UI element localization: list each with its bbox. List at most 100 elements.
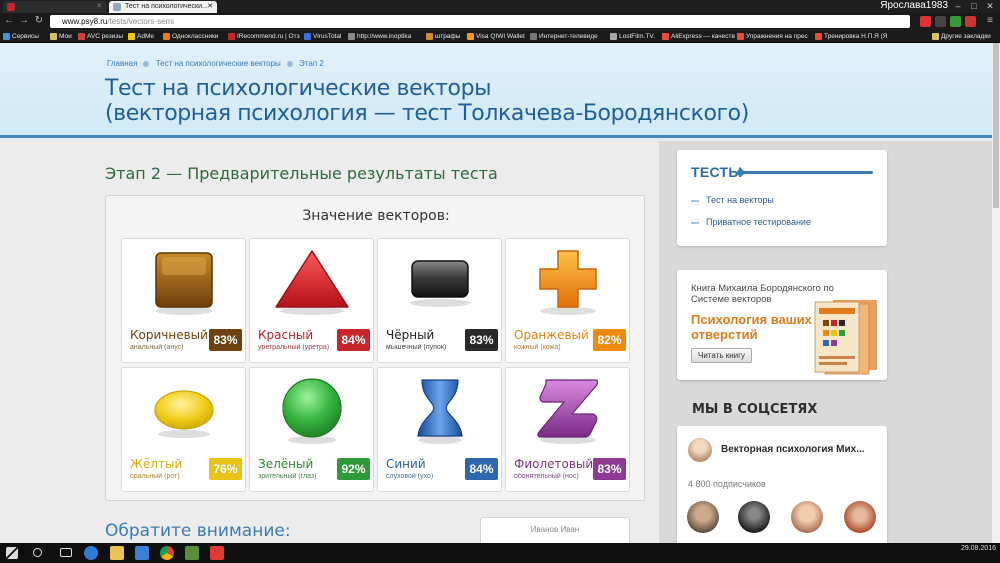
extension-icon[interactable] xyxy=(920,16,931,27)
vk-group-name[interactable]: Векторная психология Мих... xyxy=(721,444,865,455)
panel-title: Значение векторов: xyxy=(302,208,450,224)
name-card: Иванов Иван xyxy=(480,517,630,543)
scrollbar-thumb[interactable] xyxy=(993,43,999,208)
group-avatar[interactable] xyxy=(688,438,712,462)
browser-toolbar: ← → ↻ www.psy8.ru/tests/vectors-semi ≡ xyxy=(0,13,1000,30)
bookmark-item[interactable]: Тренировка Н.П.Я (Я xyxy=(815,30,887,43)
bookmark-icon xyxy=(662,33,669,40)
search-icon[interactable] xyxy=(33,548,42,557)
book-box: Книга Михаила Бородянского по Системе ве… xyxy=(677,270,887,380)
forward-icon[interactable]: → xyxy=(18,15,30,27)
app-icon[interactable] xyxy=(185,546,199,560)
maximize-icon[interactable]: □ xyxy=(966,0,982,12)
close-tab-icon[interactable]: ✕ xyxy=(207,1,213,13)
bookmark-item[interactable]: Одноклассники xyxy=(163,30,218,43)
vector-name: Зелёный xyxy=(258,457,314,471)
yellow-ellipse-icon xyxy=(154,390,214,438)
bookmark-icon xyxy=(304,33,311,40)
page-title: Тест на психологические векторы (векторн… xyxy=(105,76,749,126)
extension-icon[interactable] xyxy=(965,16,976,27)
tests-box: ТЕСТЫ Тест на векторы Приватное тестиров… xyxy=(677,150,887,246)
bookmark-item[interactable]: AliExpress — качеств xyxy=(662,30,735,43)
read-book-button[interactable]: Читать книгу xyxy=(691,348,753,363)
vector-percent: 83% xyxy=(465,329,498,351)
tests-link-vectors[interactable]: Тест на векторы xyxy=(691,195,774,205)
system-clock[interactable]: 29.08.2016 xyxy=(961,544,996,553)
bookmark-item[interactable]: AVC резизы xyxy=(78,30,123,43)
bookmark-item[interactable]: Интернет-телевиде xyxy=(530,30,598,43)
close-tab-icon[interactable]: ✕ xyxy=(96,1,102,13)
section-title: Этап 2 — Предварительные результаты тест… xyxy=(105,164,498,183)
bookmark-item[interactable]: Другие закладки xyxy=(932,30,991,43)
bookmark-item[interactable]: IRecommend.ru | Отз xyxy=(228,30,300,43)
member-avatar[interactable] xyxy=(791,501,823,533)
browser-tab-1[interactable]: ✕ xyxy=(3,1,106,13)
vector-card-orange: Оранжевый кожный (кожа) 82% xyxy=(505,238,630,363)
bookmark-icon xyxy=(348,33,355,40)
bookmark-icon xyxy=(228,33,235,40)
browser-tab-2[interactable]: Тест на психологически... ✕ xyxy=(109,1,217,13)
bookmark-item[interactable]: штрафы xyxy=(426,30,460,43)
store-icon[interactable] xyxy=(135,546,149,560)
folder-icon xyxy=(50,33,57,40)
bookmark-icon xyxy=(815,33,822,40)
vector-name: Фиолетовый xyxy=(514,457,594,471)
bookmark-item[interactable]: Сервисы xyxy=(3,30,39,43)
apps-icon xyxy=(3,33,10,40)
notice-title: Обратите внимание: xyxy=(105,521,291,541)
explorer-icon[interactable] xyxy=(110,546,124,560)
vector-subtitle: оральный (рот) xyxy=(130,473,180,480)
vector-name: Оранжевый xyxy=(514,328,589,342)
breadcrumb-separator-icon xyxy=(143,60,150,67)
extension-icon[interactable] xyxy=(935,16,946,27)
bookmark-icon xyxy=(426,33,433,40)
bookmark-item[interactable]: VirusTotal xyxy=(304,30,341,43)
breadcrumb-home[interactable]: Главная xyxy=(107,59,137,68)
breadcrumb-tests[interactable]: Тест на психологические векторы xyxy=(156,59,281,68)
vector-percent: 83% xyxy=(209,329,242,351)
page-title-line1: Тест на психологические векторы xyxy=(105,76,492,101)
vector-card-violet: Фиолетовый обонятельный (нос) 83% xyxy=(505,367,630,492)
vector-subtitle: кожный (кожа) xyxy=(514,344,561,351)
address-bar[interactable]: www.psy8.ru/tests/vectors-semi xyxy=(50,15,910,28)
vectors-panel: Значение векторов: Коричневый анальный (… xyxy=(105,195,645,501)
task-view-icon[interactable] xyxy=(60,548,72,557)
member-avatar[interactable] xyxy=(844,501,876,533)
bookmark-item[interactable]: Visa QIWI Wallet xyxy=(467,30,525,43)
extension-icon[interactable] xyxy=(950,16,961,27)
vector-name: Синий xyxy=(386,457,426,471)
bookmark-item[interactable]: AdMe xyxy=(128,30,154,43)
vector-subtitle: зрительный (глаз) xyxy=(258,473,317,480)
bookmark-item[interactable]: Упражнения на прес xyxy=(737,30,808,43)
bookmark-item[interactable]: Мои xyxy=(50,30,72,43)
member-avatar[interactable] xyxy=(738,501,770,533)
url-path: /tests/vectors-semi xyxy=(107,17,175,26)
windows-start-icon[interactable] xyxy=(6,547,18,559)
book-title: Психология ваших отверстий xyxy=(691,312,812,342)
vector-subtitle: обонятельный (нос) xyxy=(514,473,579,480)
tests-link-private[interactable]: Приватное тестирование xyxy=(691,217,811,227)
back-icon[interactable]: ← xyxy=(3,15,15,27)
menu-icon[interactable]: ≡ xyxy=(984,15,996,27)
bookmark-item[interactable]: http://www.inoptika xyxy=(348,30,411,43)
bookmarks-bar: Сервисы Мои AVC резизы AdMe Одноклассник… xyxy=(0,30,1000,43)
vector-card-yellow: Жёлтый оральный (рот) 76% xyxy=(121,367,246,492)
profile-name[interactable]: Ярослава1983 xyxy=(880,0,948,12)
vector-name: Жёлтый xyxy=(130,457,183,471)
yandex-icon[interactable] xyxy=(210,546,224,560)
breadcrumb-current: Этап 2 xyxy=(299,59,324,68)
vector-name: Красный xyxy=(258,328,314,342)
bookmark-item[interactable]: LostFilm.TV. xyxy=(610,30,655,43)
close-window-icon[interactable]: ✕ xyxy=(982,0,998,12)
page-scrollbar[interactable] xyxy=(992,43,1000,543)
edge-icon[interactable] xyxy=(84,546,98,560)
vector-percent: 84% xyxy=(337,329,370,351)
bookmark-icon xyxy=(467,33,474,40)
favicon-icon xyxy=(7,3,15,11)
minimize-icon[interactable]: – xyxy=(950,0,966,12)
url-host: www.psy8.ru xyxy=(62,17,108,26)
chrome-icon[interactable] xyxy=(160,546,174,560)
member-avatar[interactable] xyxy=(687,501,719,533)
vector-card-green: Зелёный зрительный (глаз) 92% xyxy=(249,367,374,492)
reload-icon[interactable]: ↻ xyxy=(33,15,45,27)
